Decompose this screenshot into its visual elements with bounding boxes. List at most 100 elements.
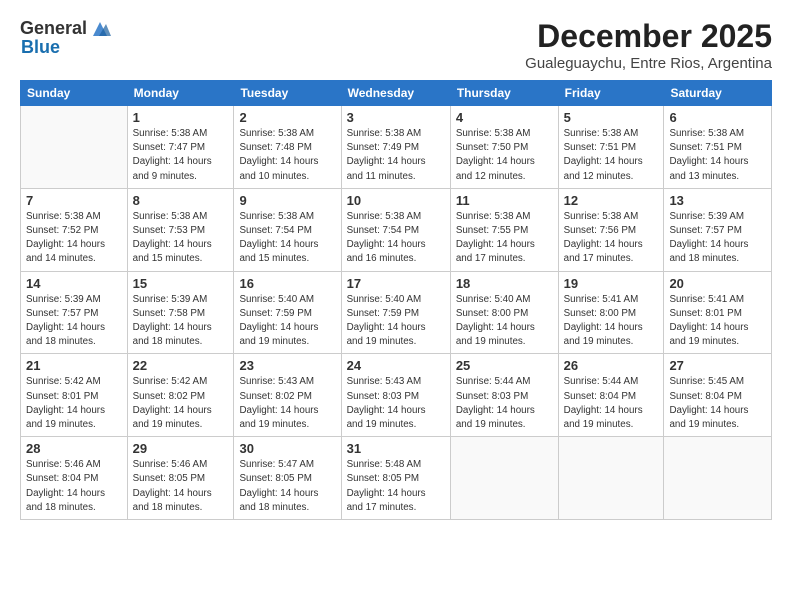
day-info: Sunrise: 5:41 AMSunset: 8:01 PMDaylight:… xyxy=(669,293,766,350)
day-number: 27 xyxy=(669,358,766,373)
day-number: 18 xyxy=(456,276,553,291)
day-info: Sunrise: 5:44 AMSunset: 8:03 PMDaylight:… xyxy=(456,375,553,432)
day-number: 22 xyxy=(133,358,229,373)
day-number: 5 xyxy=(564,110,659,125)
day-number: 8 xyxy=(133,193,229,208)
day-info: Sunrise: 5:41 AMSunset: 8:00 PMDaylight:… xyxy=(564,293,659,350)
col-saturday: Saturday xyxy=(664,81,772,106)
day-number: 25 xyxy=(456,358,553,373)
table-row: 24 Sunrise: 5:43 AMSunset: 8:03 PMDayligh… xyxy=(341,354,450,437)
col-monday: Monday xyxy=(127,81,234,106)
table-row: 11Sunrise: 5:38 AMSunset: 7:55 PMDayligh… xyxy=(450,188,558,271)
day-number: 3 xyxy=(347,110,445,125)
table-row: 14 Sunrise: 5:39 AMSunset: 7:57 PMDayligh… xyxy=(21,271,128,354)
day-number: 2 xyxy=(239,110,335,125)
day-number: 15 xyxy=(133,276,229,291)
table-row: 12Sunrise: 5:38 AMSunset: 7:56 PMDayligh… xyxy=(558,188,664,271)
day-number: 11 xyxy=(456,193,553,208)
subtitle: Gualeguaychu, Entre Rios, Argentina xyxy=(525,55,772,72)
table-row xyxy=(450,437,558,520)
table-row: 19 Sunrise: 5:41 AMSunset: 8:00 PMDayligh… xyxy=(558,271,664,354)
day-info: Sunrise: 5:38 AMSunset: 7:54 PMDaylight:… xyxy=(347,210,445,267)
table-row: 16 Sunrise: 5:40 AMSunset: 7:59 PMDayligh… xyxy=(234,271,341,354)
day-info: Sunrise: 5:42 AMSunset: 8:02 PMDaylight:… xyxy=(133,375,229,432)
logo-general: General xyxy=(20,19,87,39)
table-row: 21Sunrise: 5:42 AMSunset: 8:01 PMDayligh… xyxy=(21,354,128,437)
table-row: 27 Sunrise: 5:45 AMSunset: 8:04 PMDayligh… xyxy=(664,354,772,437)
col-wednesday: Wednesday xyxy=(341,81,450,106)
day-info: Sunrise: 5:40 AMSunset: 8:00 PMDaylight:… xyxy=(456,293,553,350)
logo-blue: Blue xyxy=(21,37,60,57)
calendar: Sunday Monday Tuesday Wednesday Thursday… xyxy=(20,80,772,520)
day-info: Sunrise: 5:40 AMSunset: 7:59 PMDaylight:… xyxy=(239,293,335,350)
day-info: Sunrise: 5:38 AMSunset: 7:50 PMDaylight:… xyxy=(456,127,553,184)
table-row: 6 Sunrise: 5:38 AMSunset: 7:51 PMDaylight… xyxy=(664,106,772,189)
col-friday: Friday xyxy=(558,81,664,106)
table-row xyxy=(664,437,772,520)
title-block: December 2025 Gualeguaychu, Entre Rios, … xyxy=(525,18,772,72)
calendar-header-row: Sunday Monday Tuesday Wednesday Thursday… xyxy=(21,81,772,106)
table-row: 26Sunrise: 5:44 AMSunset: 8:04 PMDayligh… xyxy=(558,354,664,437)
page: General Blue December 2025 Gualeguaychu,… xyxy=(0,0,792,612)
day-number: 30 xyxy=(239,441,335,456)
table-row xyxy=(21,106,128,189)
day-info: Sunrise: 5:38 AMSunset: 7:51 PMDaylight:… xyxy=(564,127,659,184)
day-info: Sunrise: 5:43 AMSunset: 8:03 PMDaylight:… xyxy=(347,375,445,432)
calendar-week-row: 1Sunrise: 5:38 AMSunset: 7:47 PMDaylight… xyxy=(21,106,772,189)
day-number: 24 xyxy=(347,358,445,373)
day-number: 14 xyxy=(26,276,122,291)
day-number: 10 xyxy=(347,193,445,208)
day-info: Sunrise: 5:46 AMSunset: 8:05 PMDaylight:… xyxy=(133,458,229,515)
header: General Blue December 2025 Gualeguaychu,… xyxy=(20,18,772,72)
day-info: Sunrise: 5:38 AMSunset: 7:51 PMDaylight:… xyxy=(669,127,766,184)
day-info: Sunrise: 5:46 AMSunset: 8:04 PMDaylight:… xyxy=(26,458,122,515)
day-number: 6 xyxy=(669,110,766,125)
col-tuesday: Tuesday xyxy=(234,81,341,106)
day-number: 9 xyxy=(239,193,335,208)
day-number: 16 xyxy=(239,276,335,291)
day-info: Sunrise: 5:38 AMSunset: 7:47 PMDaylight:… xyxy=(133,127,229,184)
table-row: 28Sunrise: 5:46 AMSunset: 8:04 PMDayligh… xyxy=(21,437,128,520)
table-row: 18 Sunrise: 5:40 AMSunset: 8:00 PMDayligh… xyxy=(450,271,558,354)
day-info: Sunrise: 5:40 AMSunset: 7:59 PMDaylight:… xyxy=(347,293,445,350)
table-row: 8 Sunrise: 5:38 AMSunset: 7:53 PMDaylight… xyxy=(127,188,234,271)
table-row: 13 Sunrise: 5:39 AMSunset: 7:57 PMDayligh… xyxy=(664,188,772,271)
main-title: December 2025 xyxy=(525,18,772,55)
day-number: 7 xyxy=(26,193,122,208)
day-info: Sunrise: 5:38 AMSunset: 7:54 PMDaylight:… xyxy=(239,210,335,267)
day-info: Sunrise: 5:38 AMSunset: 7:48 PMDaylight:… xyxy=(239,127,335,184)
day-number: 19 xyxy=(564,276,659,291)
day-number: 26 xyxy=(564,358,659,373)
calendar-week-row: 21Sunrise: 5:42 AMSunset: 8:01 PMDayligh… xyxy=(21,354,772,437)
day-info: Sunrise: 5:38 AMSunset: 7:53 PMDaylight:… xyxy=(133,210,229,267)
day-number: 29 xyxy=(133,441,229,456)
day-info: Sunrise: 5:39 AMSunset: 7:57 PMDaylight:… xyxy=(669,210,766,267)
day-info: Sunrise: 5:47 AMSunset: 8:05 PMDaylight:… xyxy=(239,458,335,515)
day-number: 17 xyxy=(347,276,445,291)
day-info: Sunrise: 5:45 AMSunset: 8:04 PMDaylight:… xyxy=(669,375,766,432)
day-info: Sunrise: 5:38 AMSunset: 7:52 PMDaylight:… xyxy=(26,210,122,267)
table-row: 22 Sunrise: 5:42 AMSunset: 8:02 PMDayligh… xyxy=(127,354,234,437)
day-info: Sunrise: 5:39 AMSunset: 7:57 PMDaylight:… xyxy=(26,293,122,350)
table-row: 31 Sunrise: 5:48 AMSunset: 8:05 PMDayligh… xyxy=(341,437,450,520)
day-number: 23 xyxy=(239,358,335,373)
logo-icon xyxy=(89,18,111,40)
table-row: 23Sunrise: 5:43 AMSunset: 8:02 PMDayligh… xyxy=(234,354,341,437)
table-row: 10 Sunrise: 5:38 AMSunset: 7:54 PMDayligh… xyxy=(341,188,450,271)
col-sunday: Sunday xyxy=(21,81,128,106)
day-info: Sunrise: 5:38 AMSunset: 7:49 PMDaylight:… xyxy=(347,127,445,184)
table-row: 5 Sunrise: 5:38 AMSunset: 7:51 PMDaylight… xyxy=(558,106,664,189)
table-row: 30 Sunrise: 5:47 AMSunset: 8:05 PMDayligh… xyxy=(234,437,341,520)
day-info: Sunrise: 5:42 AMSunset: 8:01 PMDaylight:… xyxy=(26,375,122,432)
day-number: 13 xyxy=(669,193,766,208)
day-number: 31 xyxy=(347,441,445,456)
day-info: Sunrise: 5:39 AMSunset: 7:58 PMDaylight:… xyxy=(133,293,229,350)
day-info: Sunrise: 5:48 AMSunset: 8:05 PMDaylight:… xyxy=(347,458,445,515)
logo: General Blue xyxy=(20,18,111,58)
col-thursday: Thursday xyxy=(450,81,558,106)
day-number: 12 xyxy=(564,193,659,208)
table-row: 25 Sunrise: 5:44 AMSunset: 8:03 PMDayligh… xyxy=(450,354,558,437)
table-row: 17 Sunrise: 5:40 AMSunset: 7:59 PMDayligh… xyxy=(341,271,450,354)
table-row: 4Sunrise: 5:38 AMSunset: 7:50 PMDaylight… xyxy=(450,106,558,189)
table-row: 7 Sunrise: 5:38 AMSunset: 7:52 PMDaylight… xyxy=(21,188,128,271)
